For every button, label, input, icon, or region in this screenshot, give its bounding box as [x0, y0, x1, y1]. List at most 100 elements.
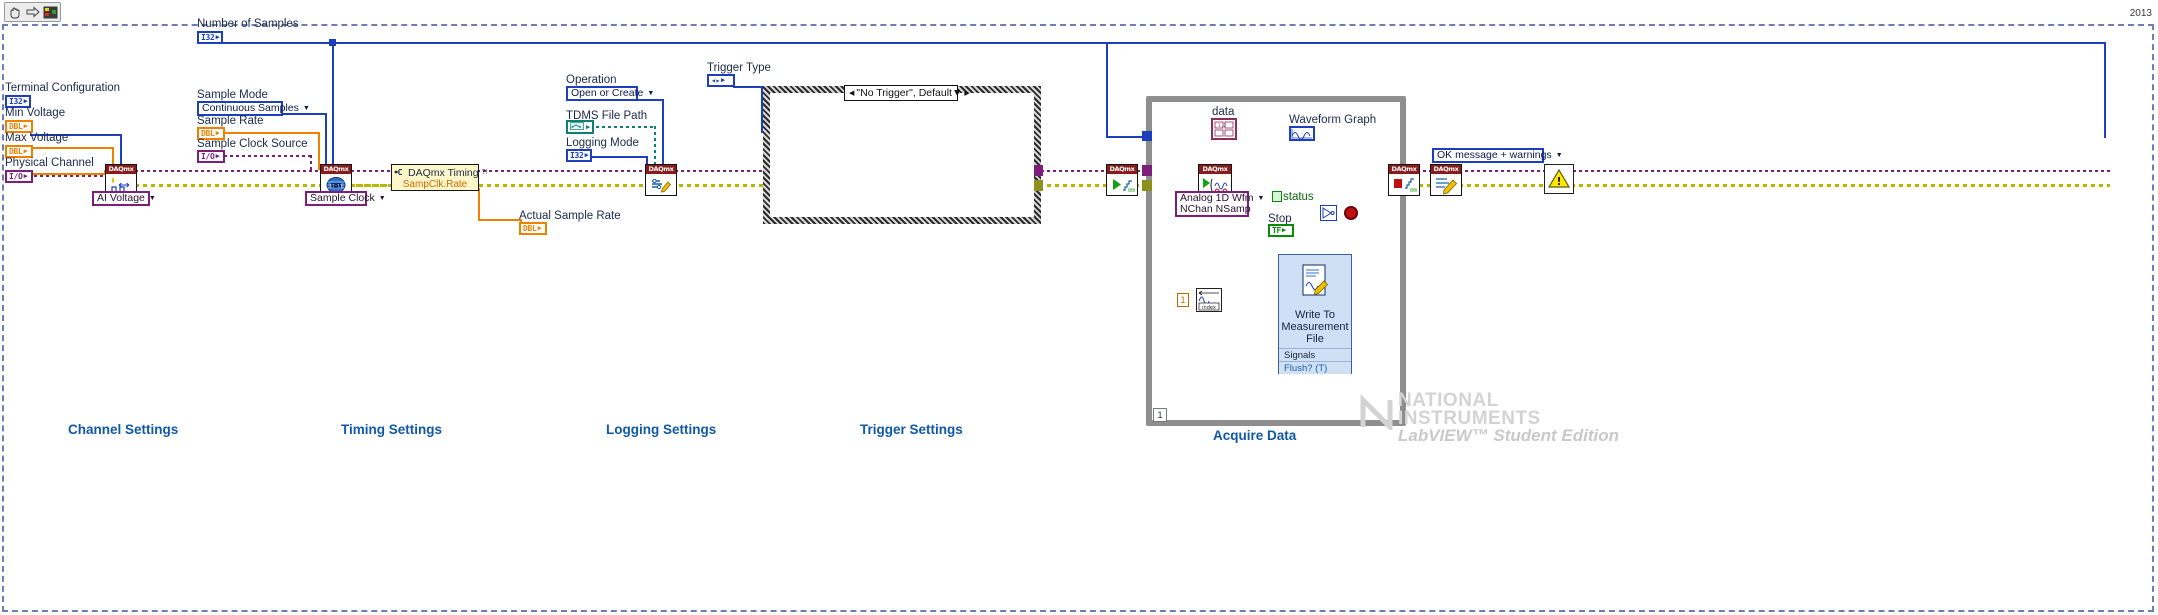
svg-text:!: ! — [1556, 175, 1561, 188]
logging-mode-label: Logging Mode — [566, 137, 639, 149]
terminal-arrow-icon: ▶ — [215, 152, 220, 160]
physical-channel-terminal[interactable]: I/O ▶ — [5, 170, 33, 183]
terminal-arrow-icon: ▶ — [215, 129, 220, 137]
section-label-trigger-settings: Trigger Settings — [860, 422, 963, 437]
status-label: status — [1283, 191, 1314, 203]
path-icon — [570, 122, 585, 132]
enum-glyph-icon: ◂▸ — [711, 75, 721, 85]
not-function-node[interactable] — [1320, 205, 1337, 221]
labview-wordmark: LabVIEW™ Student Edition — [1398, 426, 1619, 445]
write-to-measurement-file-node[interactable]: Write To Measurement File Signals Flush?… — [1278, 254, 1352, 374]
wire-logging-mode-h — [588, 156, 648, 158]
operation-label: Operation — [566, 74, 617, 86]
trigger-type-terminal[interactable]: ◂▸ ▶ — [707, 74, 735, 87]
terminal-arrow-icon: ▶ — [586, 122, 591, 131]
chevron-down-icon: ▼ — [302, 105, 310, 112]
terminal-arrow-icon: ▶ — [23, 122, 28, 130]
wire-sample-mode-v — [325, 113, 327, 170]
stop-terminal[interactable]: TF ▶ — [1268, 224, 1294, 237]
ok-message-constant[interactable]: OK message + warnings ▼ — [1432, 148, 1563, 163]
wire-samples-down-to-loop — [1106, 42, 1108, 137]
loop-tunnel-task-in — [1142, 165, 1152, 176]
actual-sample-rate-label: Actual Sample Rate — [519, 210, 621, 222]
read-mode-constant[interactable]: Analog 1D Wfm ▼ NChan NSamp — [1175, 191, 1264, 217]
wire-junction-number-of-samples — [329, 39, 336, 46]
daqmx-start-task-node[interactable]: DAQmx 000 — [1106, 164, 1138, 196]
wire-sample-rate-h — [218, 132, 320, 134]
while-loop-structure[interactable] — [1146, 96, 1406, 426]
ni-logo: NATIONAL INSTRUMENTS — [1398, 390, 1541, 429]
chevron-down-icon[interactable]: ▼ — [952, 87, 962, 99]
ni-logo-mark-icon — [1360, 392, 1396, 435]
ai-voltage-constant[interactable]: AI Voltage ▼ — [92, 191, 156, 206]
section-label-logging-settings: Logging Settings — [606, 422, 717, 437]
wire-min-voltage-h — [30, 147, 114, 149]
svg-text:000: 000 — [1128, 188, 1135, 194]
write-to-measurement-file-icon — [1279, 255, 1351, 307]
wire-number-of-samples-to-loop — [2104, 42, 2106, 138]
case-previous-icon[interactable]: ◀ — [847, 89, 856, 97]
sample-mode-constant[interactable]: Continuous Samples ▼ — [197, 101, 310, 116]
wire-number-of-samples-h — [216, 42, 2106, 44]
chevron-down-icon: ▼ — [378, 195, 386, 202]
arrow-right-icon[interactable] — [25, 4, 41, 20]
simple-error-handler-node[interactable]: ! — [1544, 164, 1574, 194]
daqmx-stop-task-node[interactable]: DAQmx 000 — [1388, 164, 1420, 196]
chevron-down-icon: ▼ — [1555, 152, 1563, 159]
trigger-type-label: Trigger Type — [707, 62, 771, 74]
highlight-execution-icon[interactable] — [42, 4, 58, 20]
terminal-arrow-icon: ▶ — [721, 76, 726, 84]
wire-terminal-config-v — [120, 134, 122, 168]
wire-sample-clock-source-h — [218, 155, 312, 157]
case-tunnel-task — [1034, 165, 1043, 176]
sample-mode-label: Sample Mode — [197, 89, 268, 101]
index-numeric-constant[interactable]: 1 — [1177, 293, 1189, 307]
terminal-arrow-icon: ▶ — [1282, 226, 1287, 234]
actual-sample-rate-indicator[interactable]: DBL ▶ — [519, 222, 547, 235]
section-label-channel-settings: Channel Settings — [68, 422, 179, 437]
tdms-file-path-terminal[interactable]: ▶ — [566, 120, 594, 134]
hand-tool-icon[interactable] — [7, 4, 23, 20]
daqmx-configure-logging-icon — [646, 174, 676, 195]
index-array-node[interactable]: index — [1196, 288, 1222, 312]
wire-actual-rate-h — [478, 219, 522, 221]
section-label-acquire-data: Acquire Data — [1213, 428, 1297, 443]
svg-text:12:11: 12:11 — [330, 183, 343, 189]
waveform-graph-indicator[interactable] — [1289, 126, 1315, 141]
wire-operation-v — [662, 99, 664, 170]
terminal-arrow-icon: ▶ — [23, 172, 28, 180]
max-voltage-label: Max Voltage — [5, 132, 69, 144]
trigger-case-structure[interactable] — [763, 86, 1041, 224]
number-of-samples-terminal[interactable]: I32 ▶ — [197, 31, 223, 44]
loop-tunnel-error-in — [1142, 180, 1152, 191]
sample-clock-source-terminal[interactable]: I/O ▶ — [197, 150, 225, 163]
operation-constant[interactable]: Open or Create ▼ — [566, 86, 654, 101]
chevron-down-icon: ▼ — [1257, 195, 1265, 202]
case-tunnel-error — [1034, 180, 1043, 191]
case-next-icon[interactable]: ▶ — [962, 89, 971, 97]
status-unbundle-node[interactable] — [1272, 191, 1282, 202]
data-indicator[interactable]: 1.2 — [1211, 118, 1237, 140]
svg-text:000: 000 — [1410, 188, 1417, 194]
daqmx-configure-logging-node[interactable]: DAQmx — [645, 164, 677, 196]
property-node-help-icon: ?! — [481, 169, 488, 176]
data-label: data — [1212, 106, 1235, 118]
wire-timing-to-prop-error — [348, 184, 393, 187]
loop-stop-condition-icon[interactable] — [1344, 206, 1358, 220]
sample-clock-source-label: Sample Clock Source — [197, 138, 308, 150]
terminal-arrow-icon: ▶ — [537, 224, 542, 232]
daqmx-timing-property-node[interactable]: DAQmx Timing ?! SampClk.Rate — [391, 164, 487, 191]
wire-operation-h — [636, 99, 664, 101]
write-to-measurement-file-title: Write To Measurement File — [1281, 309, 1349, 345]
daqmx-clear-task-node[interactable]: DAQmx — [1430, 164, 1462, 196]
write-to-measurement-file-flush-row[interactable]: Flush? (T) — [1279, 361, 1351, 374]
logging-mode-terminal[interactable]: I32 ▶ — [566, 149, 592, 162]
waveform-graph-label: Waveform Graph — [1289, 114, 1377, 126]
sample-rate-label: Sample Rate — [197, 115, 264, 127]
sample-clock-constant[interactable]: Sample Clock ▼ — [305, 191, 386, 206]
loop-tunnel-samples — [1142, 131, 1152, 141]
write-to-measurement-file-signals-row[interactable]: Signals — [1279, 348, 1351, 361]
case-selector[interactable]: ◀ "No Trigger", Default ▼ ▶ — [844, 85, 970, 101]
section-label-timing-settings: Timing Settings — [341, 422, 443, 437]
chevron-down-icon: ▼ — [148, 195, 156, 202]
